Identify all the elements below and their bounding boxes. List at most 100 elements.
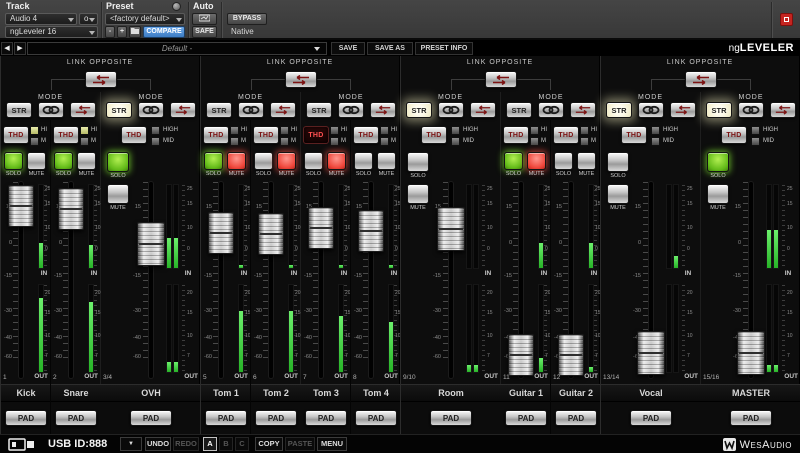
high-band-toggle[interactable] bbox=[651, 126, 660, 135]
fader-track[interactable] bbox=[269, 182, 273, 378]
mute-button[interactable] bbox=[707, 184, 729, 204]
opposite-link-button[interactable] bbox=[570, 102, 596, 118]
pad-button[interactable]: PAD bbox=[555, 410, 597, 426]
thd-button[interactable]: THD bbox=[553, 126, 579, 144]
fader-handle[interactable] bbox=[558, 334, 584, 376]
thd-button[interactable]: THD bbox=[303, 126, 329, 144]
high-band-toggle[interactable] bbox=[230, 126, 239, 135]
mute-button[interactable] bbox=[27, 152, 46, 170]
channel-link-button[interactable] bbox=[738, 102, 764, 118]
stereo-link-button[interactable]: STR bbox=[406, 102, 432, 118]
link-opposite-button[interactable] bbox=[285, 71, 317, 88]
fader-handle[interactable] bbox=[737, 331, 765, 375]
link-opposite-button[interactable] bbox=[685, 71, 717, 88]
preset-info-button[interactable]: PRESET INFO bbox=[415, 42, 473, 55]
pad-button[interactable]: PAD bbox=[255, 410, 297, 426]
stereo-link-button[interactable]: STR bbox=[506, 102, 532, 118]
mid-band-toggle[interactable] bbox=[280, 137, 289, 146]
fader-handle[interactable] bbox=[637, 331, 665, 375]
compare-button[interactable]: COMPARE bbox=[143, 26, 185, 38]
menu-button[interactable]: MENU bbox=[317, 437, 347, 451]
mute-button[interactable] bbox=[107, 184, 129, 204]
mid-band-toggle[interactable] bbox=[651, 137, 660, 146]
thd-button[interactable]: THD bbox=[353, 126, 379, 144]
high-band-toggle[interactable] bbox=[330, 126, 339, 135]
fader-handle[interactable] bbox=[137, 222, 165, 266]
mid-band-toggle[interactable] bbox=[230, 137, 239, 146]
solo-button[interactable] bbox=[304, 152, 323, 170]
fader-handle[interactable] bbox=[437, 207, 465, 251]
high-band-toggle[interactable] bbox=[280, 126, 289, 135]
channel-link-button[interactable] bbox=[38, 102, 64, 118]
solo-button[interactable] bbox=[107, 152, 129, 172]
mid-band-toggle[interactable] bbox=[530, 137, 539, 146]
mute-button[interactable] bbox=[277, 152, 296, 170]
pad-button[interactable]: PAD bbox=[355, 410, 397, 426]
paste-button[interactable]: PASTE bbox=[285, 437, 315, 451]
mid-band-toggle[interactable] bbox=[380, 137, 389, 146]
preset-select[interactable]: <factory default> bbox=[105, 13, 185, 25]
fader-handle[interactable] bbox=[8, 185, 34, 227]
opposite-link-button[interactable] bbox=[70, 102, 96, 118]
mid-band-toggle[interactable] bbox=[151, 137, 160, 146]
high-band-toggle[interactable] bbox=[751, 126, 760, 135]
redo-button[interactable]: REDO bbox=[173, 437, 199, 451]
undo-button[interactable]: UNDO bbox=[145, 437, 171, 451]
stereo-link-button[interactable]: STR bbox=[6, 102, 32, 118]
track-mode-select[interactable]: o bbox=[79, 13, 98, 25]
stereo-link-button[interactable]: STR bbox=[306, 102, 332, 118]
fader-track[interactable] bbox=[149, 182, 153, 378]
stereo-link-button[interactable]: STR bbox=[606, 102, 632, 118]
high-band-toggle[interactable] bbox=[380, 126, 389, 135]
mute-button[interactable] bbox=[607, 184, 629, 204]
fader-handle[interactable] bbox=[508, 334, 534, 376]
solo-button[interactable] bbox=[554, 152, 573, 170]
link-opposite-button[interactable] bbox=[85, 71, 117, 88]
mute-button[interactable] bbox=[77, 152, 96, 170]
opposite-link-button[interactable] bbox=[470, 102, 496, 118]
solo-button[interactable] bbox=[4, 152, 23, 170]
copy-button[interactable]: COPY bbox=[255, 437, 283, 451]
channel-link-button[interactable] bbox=[538, 102, 564, 118]
thd-button[interactable]: THD bbox=[3, 126, 29, 144]
plugin-select[interactable]: ngLeveler 16 bbox=[5, 26, 98, 38]
mid-band-toggle[interactable] bbox=[330, 137, 339, 146]
save-button[interactable]: SAVE bbox=[331, 42, 365, 55]
automation-button[interactable] bbox=[192, 13, 217, 25]
fader-handle[interactable] bbox=[58, 188, 84, 230]
track-select[interactable]: Audio 4 bbox=[5, 13, 77, 25]
preset-save-button[interactable] bbox=[129, 26, 141, 38]
solo-button[interactable] bbox=[204, 152, 223, 170]
footer-dropdown-button[interactable]: ▼ bbox=[120, 437, 142, 451]
preset-next-arrow-button[interactable]: ▶ bbox=[14, 42, 26, 55]
thd-button[interactable]: THD bbox=[503, 126, 529, 144]
slot-c-button[interactable]: C bbox=[235, 437, 249, 451]
solo-button[interactable] bbox=[354, 152, 373, 170]
opposite-link-button[interactable] bbox=[670, 102, 696, 118]
high-band-toggle[interactable] bbox=[451, 126, 460, 135]
mid-band-toggle[interactable] bbox=[580, 137, 589, 146]
solo-button[interactable] bbox=[504, 152, 523, 170]
channel-link-button[interactable] bbox=[138, 102, 164, 118]
fader-handle[interactable] bbox=[208, 212, 234, 254]
pad-button[interactable]: PAD bbox=[55, 410, 97, 426]
fader-handle[interactable] bbox=[308, 207, 334, 249]
stereo-link-button[interactable]: STR bbox=[106, 102, 132, 118]
pad-button[interactable]: PAD bbox=[5, 410, 47, 426]
stereo-link-button[interactable]: STR bbox=[206, 102, 232, 118]
stereo-link-button[interactable]: STR bbox=[706, 102, 732, 118]
channel-link-button[interactable] bbox=[338, 102, 364, 118]
slot-b-button[interactable]: B bbox=[219, 437, 233, 451]
solo-button[interactable] bbox=[707, 152, 729, 172]
channel-link-button[interactable] bbox=[238, 102, 264, 118]
solo-button[interactable] bbox=[407, 152, 429, 172]
pad-button[interactable]: PAD bbox=[205, 410, 247, 426]
pad-button[interactable]: PAD bbox=[305, 410, 347, 426]
pad-button[interactable]: PAD bbox=[430, 410, 472, 426]
save-as-button[interactable]: SAVE AS bbox=[367, 42, 413, 55]
thd-button[interactable]: THD bbox=[621, 126, 647, 144]
bypass-button[interactable]: BYPASS bbox=[227, 13, 267, 25]
opposite-link-button[interactable] bbox=[170, 102, 196, 118]
preset-prev-button[interactable]: - bbox=[105, 26, 115, 38]
high-band-toggle[interactable] bbox=[580, 126, 589, 135]
